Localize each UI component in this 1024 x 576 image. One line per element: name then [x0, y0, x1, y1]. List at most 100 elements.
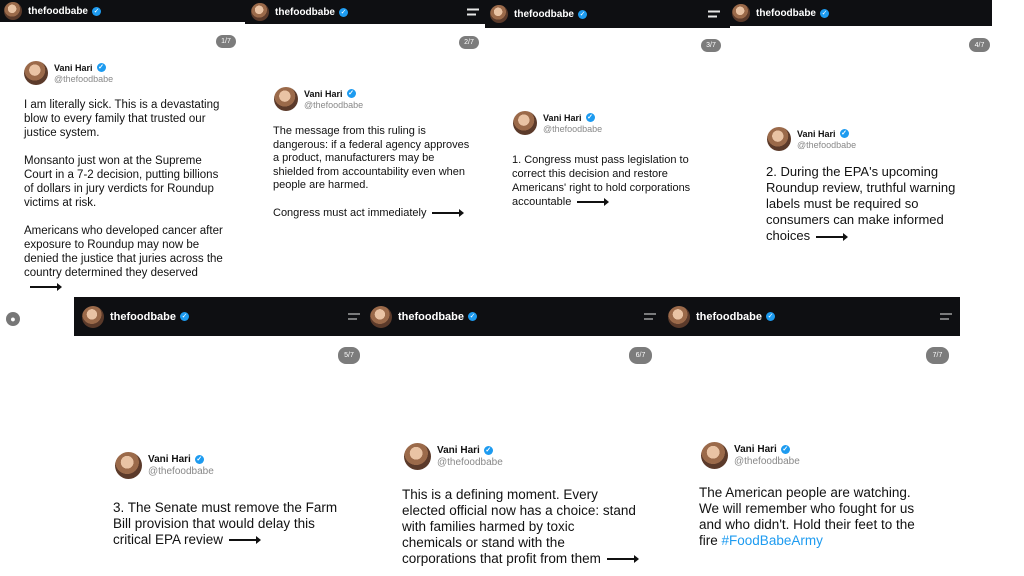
slide-7: thefoodbabe ✓ 7/7 Vani Hari ✓ @thefoodbab…	[660, 297, 960, 576]
author-name: Vani Hari	[734, 444, 777, 455]
profile-icon[interactable]: ●	[6, 312, 20, 326]
verified-badge-icon: ✓	[96, 63, 106, 72]
arrow-right-icon	[432, 208, 465, 217]
hashtag-link[interactable]: #FoodBabeArmy	[722, 533, 823, 548]
username[interactable]: thefoodbabe	[514, 9, 574, 20]
author-avatar	[274, 87, 298, 111]
menu-icon[interactable]	[708, 10, 720, 18]
tweet-paragraph: Monsanto just won at the Supreme Court i…	[24, 155, 219, 209]
verified-badge-icon: ✓	[180, 312, 189, 321]
page-indicator: 4/7	[969, 38, 990, 52]
tweet-paragraph: 3. The Senate must remove the Farm Bill …	[113, 500, 338, 547]
tweet-paragraph: I am literally sick. This is a devastati…	[24, 99, 220, 139]
verified-badge-icon: ✓	[820, 8, 829, 18]
tweet-paragraph: 1. Congress must pass legislation to cor…	[512, 154, 691, 208]
username[interactable]: thefoodbabe	[696, 311, 762, 323]
verified-badge-icon: ✓	[766, 312, 775, 321]
verified-badge-icon: ✓	[483, 446, 493, 455]
menu-icon[interactable]	[940, 313, 952, 320]
verified-badge-icon: ✓	[92, 6, 101, 16]
slide-3: thefoodbabe ✓ 3/7 Vani Hari ✓ @thefoodbab…	[485, 0, 730, 295]
menu-icon[interactable]	[467, 8, 479, 16]
author-avatar	[513, 111, 537, 135]
menu-icon[interactable]	[644, 313, 656, 320]
tweet-text: The message from this ruling is dangerou…	[273, 125, 473, 220]
author-name: Vani Hari	[543, 112, 582, 123]
username[interactable]: thefoodbabe	[110, 311, 176, 323]
slide-header: thefoodbabe ✓	[364, 297, 660, 336]
profile-avatar[interactable]	[82, 305, 104, 328]
profile-avatar[interactable]	[251, 3, 269, 21]
username[interactable]: thefoodbabe	[398, 311, 464, 323]
author-name: Vani Hari	[797, 128, 836, 139]
verified-badge-icon: ✓	[585, 113, 595, 122]
slide-header: thefoodbabe ✓	[0, 0, 245, 22]
tweet-author: Vani Hari ✓ @thefoodbabe	[404, 443, 503, 470]
slide-4: thefoodbabe ✓ 4/7 Vani Hari ✓ @thefoodbab…	[730, 0, 992, 295]
author-handle: @thefoodbabe	[304, 99, 364, 110]
author-name: Vani Hari	[148, 454, 191, 465]
author-handle: @thefoodbabe	[543, 123, 603, 134]
tweet-paragraph: Congress must act immediately	[273, 206, 427, 219]
tweet-author: Vani Hari ✓ @thefoodbabe	[701, 442, 800, 469]
page-indicator: 1/7	[216, 35, 236, 48]
author-name: Vani Hari	[304, 88, 343, 99]
tweet-text: 2. During the EPA's upcoming Roundup rev…	[766, 164, 971, 244]
profile-avatar[interactable]	[732, 4, 750, 22]
verified-badge-icon: ✓	[346, 89, 356, 98]
username[interactable]: thefoodbabe	[275, 7, 335, 18]
tweet-text: This is a defining moment. Every elected…	[402, 487, 639, 567]
arrow-right-icon	[577, 198, 610, 207]
slide-5: thefoodbabe ✓ 5/7 Vani Hari ✓ @thefoodbab…	[74, 297, 364, 576]
slide-header: thefoodbabe ✓	[485, 0, 730, 28]
arrow-right-icon	[30, 282, 62, 291]
tweet-paragraph: This is a defining moment. Every elected…	[402, 487, 636, 566]
profile-avatar[interactable]	[370, 305, 392, 328]
arrow-right-icon	[229, 536, 262, 545]
tweet-text: I am literally sick. This is a devastati…	[24, 98, 229, 294]
profile-avatar[interactable]	[4, 2, 22, 20]
username[interactable]: thefoodbabe	[756, 8, 816, 19]
verified-badge-icon: ✓	[339, 7, 348, 17]
slide-2: thefoodbabe ✓ 2/7 Vani Hari ✓ @thefoodbab…	[245, 0, 485, 295]
verified-badge-icon: ✓	[468, 312, 477, 321]
author-avatar	[701, 442, 728, 469]
verified-badge-icon: ✓	[578, 9, 587, 19]
tweet-text: The American people are watching. We wil…	[699, 485, 934, 549]
slide-1: thefoodbabe ✓ 1/7 Vani Hari ✓ @thefoodbab…	[0, 0, 245, 300]
page-indicator: 7/7	[926, 347, 949, 364]
author-handle: @thefoodbabe	[734, 456, 800, 467]
verified-badge-icon: ✓	[780, 445, 790, 454]
slide-6: thefoodbabe ✓ 6/7 Vani Hari ✓ @thefoodbab…	[364, 297, 660, 576]
author-name: Vani Hari	[437, 445, 480, 456]
author-name: Vani Hari	[54, 62, 93, 73]
arrow-right-icon	[816, 232, 849, 241]
profile-avatar[interactable]	[668, 305, 690, 328]
tweet-author: Vani Hari ✓ @thefoodbabe	[767, 127, 856, 151]
page-indicator: 3/7	[701, 39, 721, 52]
tweet-author: Vani Hari ✓ @thefoodbabe	[513, 111, 602, 135]
menu-icon[interactable]	[348, 313, 360, 320]
verified-badge-icon: ✓	[194, 455, 204, 464]
author-avatar	[115, 452, 142, 479]
tweet-author: Vani Hari ✓ @thefoodbabe	[115, 452, 214, 479]
tweet-paragraph: 2. During the EPA's upcoming Roundup rev…	[766, 164, 956, 243]
author-avatar	[767, 127, 791, 151]
slide-header: thefoodbabe ✓	[74, 297, 364, 336]
tweet-paragraph: The message from this ruling is dangerou…	[273, 125, 470, 191]
slide-header: thefoodbabe ✓	[660, 297, 960, 336]
page-indicator: 5/7	[338, 347, 360, 364]
author-avatar	[404, 443, 431, 470]
tweet-paragraph: Americans who developed cancer after exp…	[24, 225, 223, 279]
slide-header: thefoodbabe ✓	[245, 0, 485, 24]
verified-badge-icon: ✓	[839, 129, 849, 138]
profile-avatar[interactable]	[490, 5, 508, 23]
author-avatar	[24, 61, 48, 85]
username[interactable]: thefoodbabe	[28, 6, 88, 17]
tweet-author: Vani Hari ✓ @thefoodbabe	[274, 87, 363, 111]
slide-header: thefoodbabe ✓	[730, 0, 992, 26]
arrow-right-icon	[606, 555, 639, 564]
author-handle: @thefoodbabe	[148, 466, 214, 477]
author-handle: @thefoodbabe	[437, 457, 503, 468]
author-handle: @thefoodbabe	[54, 73, 114, 84]
